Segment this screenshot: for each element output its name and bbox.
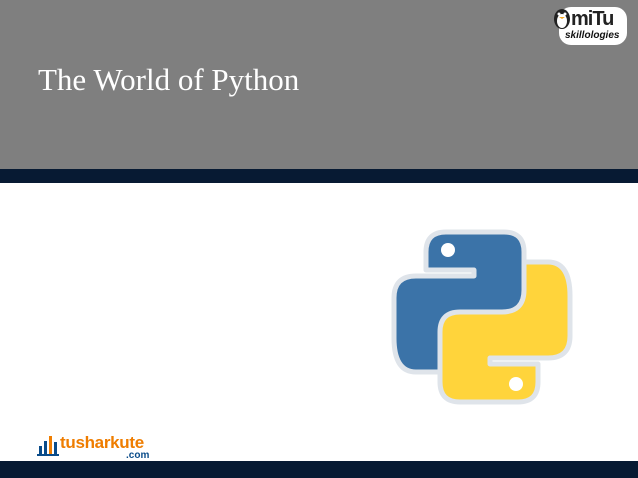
logo-tagline-text: skillologies: [565, 30, 620, 41]
penguin-icon: [554, 9, 570, 29]
mitu-skillologies-logo: miTu skillologies: [551, 5, 631, 49]
slide-title: The World of Python: [38, 62, 300, 97]
python-blue-eye: [441, 243, 455, 257]
header-divider-band: [0, 169, 638, 183]
python-logo-icon: [391, 229, 573, 405]
bar-chart-icon: [37, 436, 59, 456]
tusharkute-domain-text: .com: [126, 450, 150, 461]
python-yellow-eye: [509, 377, 523, 391]
footer-band: [0, 461, 638, 478]
logo-brand-text: miTu: [571, 8, 614, 30]
tusharkute-logo: tusharkute .com: [36, 432, 166, 462]
